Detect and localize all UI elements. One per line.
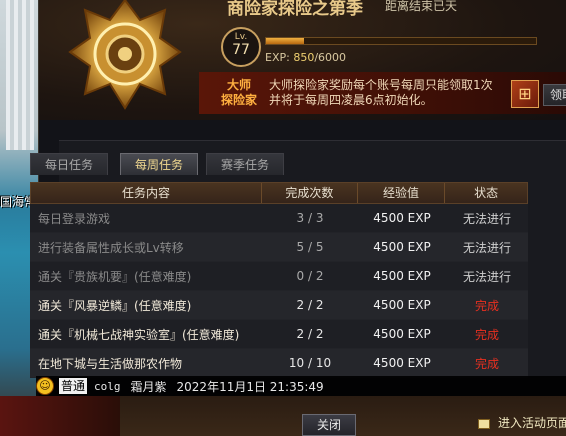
task-exp: 4500 EXP bbox=[373, 298, 431, 312]
column-header-count: 完成次数 bbox=[262, 183, 358, 203]
exp-progress-fill bbox=[266, 38, 305, 44]
task-exp: 4500 EXP bbox=[373, 356, 431, 370]
reward-notice-line2: 并将于每周四凌晨6点初始化。 bbox=[269, 93, 433, 107]
claim-button[interactable]: 领取 bbox=[543, 84, 566, 106]
level-prefix: Lv. bbox=[234, 32, 248, 42]
table-body: 每日登录游戏 3 / 3 4500 EXP 无法进行 进行装备属性成长或Lv转移… bbox=[30, 204, 528, 378]
rank-title-line2: 探险家 bbox=[221, 93, 258, 107]
task-count: 3 / 3 bbox=[296, 211, 324, 225]
task-status: 完成 bbox=[474, 356, 499, 371]
tab-weekly[interactable]: 每周任务 bbox=[120, 153, 198, 175]
table-row: 每日登录游戏 3 / 3 4500 EXP 无法进行 bbox=[30, 204, 528, 233]
chat-timestamp: 2022年11月1日 21:35:49 bbox=[176, 379, 324, 394]
chat-line: ☺ 普通 colg 霜月紫 2022年11月1日 21:35:49 bbox=[36, 376, 566, 396]
chat-message: 霜月紫 bbox=[130, 379, 167, 394]
chat-emoji-icon[interactable]: ☺ bbox=[36, 377, 54, 395]
event-page-label: 进入活动页面 bbox=[498, 416, 566, 430]
task-exp: 4500 EXP bbox=[373, 240, 431, 254]
column-header-task: 任务内容 bbox=[31, 183, 263, 203]
task-exp: 4500 EXP bbox=[373, 327, 431, 341]
task-name: 每日登录游戏 bbox=[38, 211, 111, 226]
chat-channel[interactable]: 普通 bbox=[58, 377, 89, 395]
task-name: 通关『贵族机要』(任意难度) bbox=[38, 269, 192, 284]
task-status: 无法进行 bbox=[462, 240, 511, 255]
rank-title-line1: 大师 bbox=[227, 78, 252, 92]
envelope-icon bbox=[478, 418, 490, 429]
task-count: 2 / 2 bbox=[296, 298, 324, 312]
task-exp: 4500 EXP bbox=[373, 269, 431, 283]
event-page-link[interactable]: 进入活动页面 bbox=[478, 414, 566, 431]
season-title: 商险家探险之第季 bbox=[227, 0, 363, 19]
task-count: 10 / 10 bbox=[288, 356, 332, 370]
tab-season[interactable]: 赛季任务 bbox=[206, 153, 284, 175]
task-name: 在地下城与生活做那农作物 bbox=[38, 356, 183, 371]
table-row: 进行装备属性成长或Lv转移 5 / 5 4500 EXP 无法进行 bbox=[30, 233, 528, 262]
level-badge: Lv. 77 bbox=[221, 27, 261, 67]
exp-readout: EXP: 850/6000 bbox=[265, 51, 346, 64]
background-pillar bbox=[6, 0, 34, 150]
season-remaining: 距离结束已天 bbox=[385, 0, 458, 13]
table-row: 通关『风暴逆鳞』(任意难度) 2 / 2 4500 EXP 完成 bbox=[30, 291, 528, 320]
task-count: 5 / 5 bbox=[296, 240, 324, 254]
reward-notice: 大师探险家奖励每个账号每周只能领取1次 并将于每周四凌晨6点初始化。 bbox=[269, 78, 493, 108]
task-name: 通关『风暴逆鳞』(任意难度) bbox=[38, 298, 192, 313]
task-count: 2 / 2 bbox=[296, 327, 324, 341]
reward-gift-icon[interactable]: ⊞ bbox=[511, 80, 539, 108]
table-header: 任务内容 完成次数 经验值 状态 bbox=[30, 182, 528, 204]
column-header-exp: 经验值 bbox=[358, 183, 446, 203]
exp-max: /6000 bbox=[314, 51, 347, 64]
master-medal-emblem bbox=[68, 0, 182, 110]
task-status: 完成 bbox=[474, 298, 499, 313]
table-row: 通关『机械七战神实验室』(任意难度) 2 / 2 4500 EXP 完成 bbox=[30, 320, 528, 349]
tab-daily[interactable]: 每日任务 bbox=[30, 153, 108, 175]
level-number: 77 bbox=[232, 42, 250, 58]
chat-sender[interactable]: colg bbox=[94, 380, 121, 393]
reward-notice-line1: 大师探险家奖励每个账号每周只能领取1次 bbox=[269, 78, 493, 92]
task-count: 0 / 2 bbox=[296, 269, 324, 283]
mission-table: 任务内容 完成次数 经验值 状态 每日登录游戏 3 / 3 4500 EXP 无… bbox=[30, 182, 528, 378]
task-name: 通关『机械七战神实验室』(任意难度) bbox=[38, 327, 240, 342]
task-status: 无法进行 bbox=[462, 269, 511, 284]
table-row: 通关『贵族机要』(任意难度) 0 / 2 4500 EXP 无法进行 bbox=[30, 262, 528, 291]
exp-progress-bar bbox=[265, 37, 537, 45]
column-header-status: 状态 bbox=[474, 186, 499, 200]
bottom-bar-left-decor bbox=[0, 396, 120, 436]
task-status: 完成 bbox=[474, 327, 499, 342]
close-button[interactable]: 关闭 bbox=[302, 414, 356, 436]
table-row: 在地下城与生活做那农作物 10 / 10 4500 EXP 完成 bbox=[30, 349, 528, 378]
exp-current: 850 bbox=[293, 51, 315, 64]
task-name: 进行装备属性成长或Lv转移 bbox=[38, 240, 184, 255]
exp-label: EXP: bbox=[265, 51, 290, 64]
task-exp: 4500 EXP bbox=[373, 211, 431, 225]
task-status: 无法进行 bbox=[462, 211, 511, 226]
rank-title: 大师 探险家 bbox=[221, 78, 257, 108]
